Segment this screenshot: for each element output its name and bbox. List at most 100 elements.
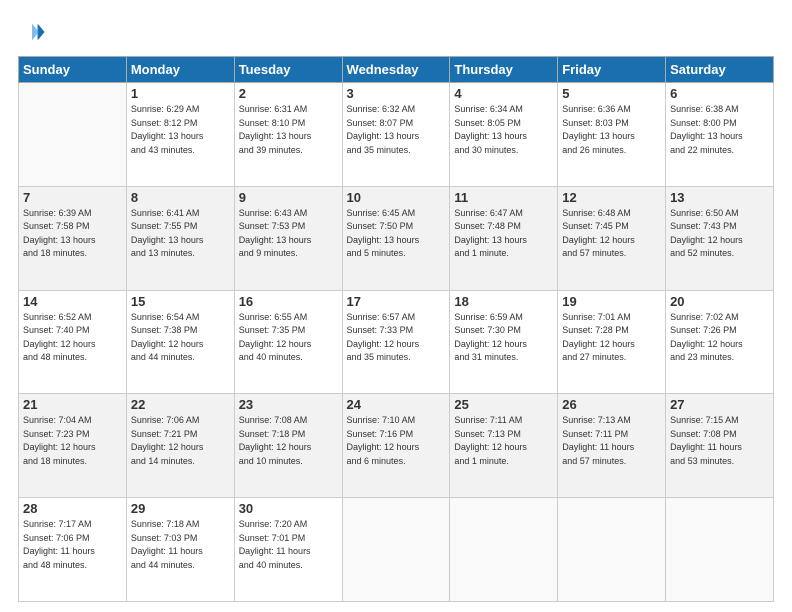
calendar-cell: 14 Sunrise: 6:52 AM Sunset: 7:40 PM Dayli… — [19, 290, 127, 394]
calendar-cell: 17 Sunrise: 6:57 AM Sunset: 7:33 PM Dayli… — [342, 290, 450, 394]
col-header-thursday: Thursday — [450, 57, 558, 83]
day-number: 10 — [347, 190, 446, 205]
calendar-cell: 29Sunrise: 7:18 AM Sunset: 7:03 PM Dayli… — [126, 498, 234, 602]
day-number: 8 — [131, 190, 230, 205]
calendar-cell: 24 Sunrise: 7:10 AM Sunset: 7:16 PM Dayli… — [342, 394, 450, 498]
calendar-cell: 1 Sunrise: 6:29 AM Sunset: 8:12 PM Daylig… — [126, 83, 234, 187]
day-number: 28 — [23, 501, 122, 516]
calendar-cell: 4 Sunrise: 6:34 AM Sunset: 8:05 PM Daylig… — [450, 83, 558, 187]
calendar-cell: 28Sunrise: 7:17 AM Sunset: 7:06 PM Dayli… — [19, 498, 127, 602]
day-info: Sunrise: 7:15 AM Sunset: 7:08 PM Dayligh… — [670, 414, 769, 468]
day-info: Sunrise: 6:48 AM Sunset: 7:45 PM Dayligh… — [562, 207, 661, 261]
calendar-cell: 12 Sunrise: 6:48 AM Sunset: 7:45 PM Dayli… — [558, 186, 666, 290]
calendar-cell — [450, 498, 558, 602]
calendar-cell: 6 Sunrise: 6:38 AM Sunset: 8:00 PM Daylig… — [666, 83, 774, 187]
day-info: Sunrise: 6:54 AM Sunset: 7:38 PM Dayligh… — [131, 311, 230, 365]
day-number: 15 — [131, 294, 230, 309]
week-row-4: 21 Sunrise: 7:04 AM Sunset: 7:23 PM Dayli… — [19, 394, 774, 498]
logo — [18, 18, 50, 46]
week-row-1: 1 Sunrise: 6:29 AM Sunset: 8:12 PM Daylig… — [19, 83, 774, 187]
calendar-cell: 16 Sunrise: 6:55 AM Sunset: 7:35 PM Dayli… — [234, 290, 342, 394]
day-number: 16 — [239, 294, 338, 309]
day-number: 13 — [670, 190, 769, 205]
calendar-cell — [558, 498, 666, 602]
day-info: Sunrise: 7:13 AM Sunset: 7:11 PM Dayligh… — [562, 414, 661, 468]
day-info: Sunrise: 6:43 AM Sunset: 7:53 PM Dayligh… — [239, 207, 338, 261]
calendar-cell — [666, 498, 774, 602]
calendar-cell: 3Sunrise: 6:32 AM Sunset: 8:07 PM Daylig… — [342, 83, 450, 187]
day-number: 30 — [239, 501, 338, 516]
day-info: Sunrise: 6:31 AM Sunset: 8:10 PM Dayligh… — [239, 103, 338, 157]
calendar-cell: 30 Sunrise: 7:20 AM Sunset: 7:01 PM Dayli… — [234, 498, 342, 602]
day-info: Sunrise: 7:02 AM Sunset: 7:26 PM Dayligh… — [670, 311, 769, 365]
col-header-saturday: Saturday — [666, 57, 774, 83]
day-number: 12 — [562, 190, 661, 205]
day-info: Sunrise: 6:41 AM Sunset: 7:55 PM Dayligh… — [131, 207, 230, 261]
day-info: Sunrise: 7:20 AM Sunset: 7:01 PM Dayligh… — [239, 518, 338, 572]
calendar-cell: 2Sunrise: 6:31 AM Sunset: 8:10 PM Daylig… — [234, 83, 342, 187]
day-info: Sunrise: 6:34 AM Sunset: 8:05 PM Dayligh… — [454, 103, 553, 157]
calendar-cell: 13Sunrise: 6:50 AM Sunset: 7:43 PM Dayli… — [666, 186, 774, 290]
logo-icon — [18, 18, 46, 46]
day-info: Sunrise: 7:04 AM Sunset: 7:23 PM Dayligh… — [23, 414, 122, 468]
day-number: 9 — [239, 190, 338, 205]
calendar-cell: 27 Sunrise: 7:15 AM Sunset: 7:08 PM Dayli… — [666, 394, 774, 498]
day-number: 18 — [454, 294, 553, 309]
calendar-cell: 18 Sunrise: 6:59 AM Sunset: 7:30 PM Dayli… — [450, 290, 558, 394]
day-info: Sunrise: 6:39 AM Sunset: 7:58 PM Dayligh… — [23, 207, 122, 261]
calendar-cell: 26 Sunrise: 7:13 AM Sunset: 7:11 PM Dayli… — [558, 394, 666, 498]
calendar-cell — [342, 498, 450, 602]
calendar-cell: 11 Sunrise: 6:47 AM Sunset: 7:48 PM Dayli… — [450, 186, 558, 290]
calendar-cell: 7 Sunrise: 6:39 AM Sunset: 7:58 PM Daylig… — [19, 186, 127, 290]
week-row-3: 14 Sunrise: 6:52 AM Sunset: 7:40 PM Dayli… — [19, 290, 774, 394]
day-info: Sunrise: 6:47 AM Sunset: 7:48 PM Dayligh… — [454, 207, 553, 261]
calendar: SundayMondayTuesdayWednesdayThursdayFrid… — [18, 56, 774, 602]
week-row-5: 28Sunrise: 7:17 AM Sunset: 7:06 PM Dayli… — [19, 498, 774, 602]
day-info: Sunrise: 7:18 AM Sunset: 7:03 PM Dayligh… — [131, 518, 230, 572]
day-number: 21 — [23, 397, 122, 412]
day-number: 6 — [670, 86, 769, 101]
day-number: 17 — [347, 294, 446, 309]
col-header-friday: Friday — [558, 57, 666, 83]
day-number: 26 — [562, 397, 661, 412]
day-number: 1 — [131, 86, 230, 101]
day-info: Sunrise: 7:01 AM Sunset: 7:28 PM Dayligh… — [562, 311, 661, 365]
week-row-2: 7 Sunrise: 6:39 AM Sunset: 7:58 PM Daylig… — [19, 186, 774, 290]
calendar-cell: 19 Sunrise: 7:01 AM Sunset: 7:28 PM Dayli… — [558, 290, 666, 394]
day-info: Sunrise: 7:11 AM Sunset: 7:13 PM Dayligh… — [454, 414, 553, 468]
day-number: 23 — [239, 397, 338, 412]
day-info: Sunrise: 6:45 AM Sunset: 7:50 PM Dayligh… — [347, 207, 446, 261]
day-info: Sunrise: 7:08 AM Sunset: 7:18 PM Dayligh… — [239, 414, 338, 468]
col-header-sunday: Sunday — [19, 57, 127, 83]
day-info: Sunrise: 7:10 AM Sunset: 7:16 PM Dayligh… — [347, 414, 446, 468]
day-info: Sunrise: 6:52 AM Sunset: 7:40 PM Dayligh… — [23, 311, 122, 365]
col-header-tuesday: Tuesday — [234, 57, 342, 83]
day-info: Sunrise: 6:59 AM Sunset: 7:30 PM Dayligh… — [454, 311, 553, 365]
day-info: Sunrise: 6:29 AM Sunset: 8:12 PM Dayligh… — [131, 103, 230, 157]
calendar-header-row: SundayMondayTuesdayWednesdayThursdayFrid… — [19, 57, 774, 83]
day-number: 25 — [454, 397, 553, 412]
day-info: Sunrise: 7:06 AM Sunset: 7:21 PM Dayligh… — [131, 414, 230, 468]
calendar-cell: 9 Sunrise: 6:43 AM Sunset: 7:53 PM Daylig… — [234, 186, 342, 290]
day-number: 22 — [131, 397, 230, 412]
calendar-cell: 23 Sunrise: 7:08 AM Sunset: 7:18 PM Dayli… — [234, 394, 342, 498]
day-number: 20 — [670, 294, 769, 309]
day-number: 19 — [562, 294, 661, 309]
calendar-cell — [19, 83, 127, 187]
calendar-cell: 21 Sunrise: 7:04 AM Sunset: 7:23 PM Dayli… — [19, 394, 127, 498]
calendar-cell: 25 Sunrise: 7:11 AM Sunset: 7:13 PM Dayli… — [450, 394, 558, 498]
day-number: 4 — [454, 86, 553, 101]
calendar-cell: 10 Sunrise: 6:45 AM Sunset: 7:50 PM Dayli… — [342, 186, 450, 290]
day-info: Sunrise: 6:57 AM Sunset: 7:33 PM Dayligh… — [347, 311, 446, 365]
day-number: 27 — [670, 397, 769, 412]
calendar-cell: 5Sunrise: 6:36 AM Sunset: 8:03 PM Daylig… — [558, 83, 666, 187]
calendar-cell: 20 Sunrise: 7:02 AM Sunset: 7:26 PM Dayli… — [666, 290, 774, 394]
day-number: 14 — [23, 294, 122, 309]
header — [18, 18, 774, 46]
day-number: 7 — [23, 190, 122, 205]
day-number: 5 — [562, 86, 661, 101]
day-number: 11 — [454, 190, 553, 205]
day-info: Sunrise: 6:55 AM Sunset: 7:35 PM Dayligh… — [239, 311, 338, 365]
day-info: Sunrise: 6:38 AM Sunset: 8:00 PM Dayligh… — [670, 103, 769, 157]
day-number: 24 — [347, 397, 446, 412]
